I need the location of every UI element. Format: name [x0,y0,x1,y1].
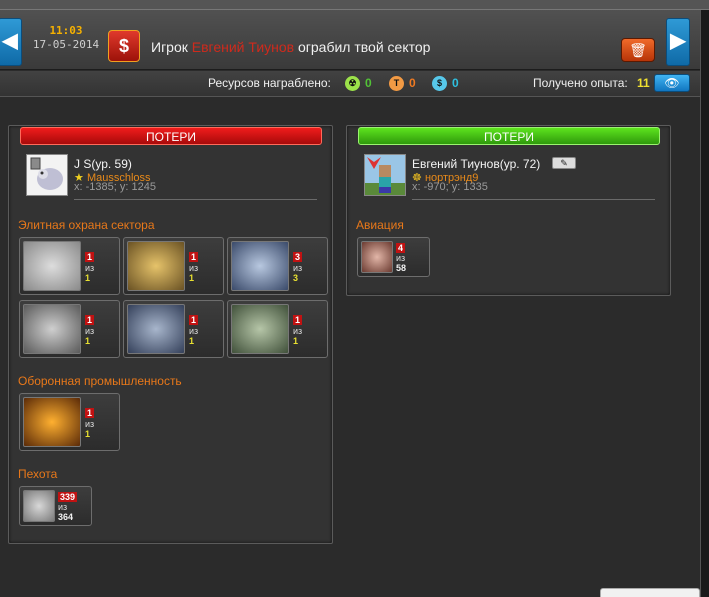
defense-turret-icon [23,397,81,447]
event-date: 17-05-2014 [32,38,100,51]
infantry-soldier-icon [23,490,55,522]
event-message: Игрок Евгений Тиунов ограбил твой сектор [151,39,430,55]
gunship-icon [231,241,289,291]
section-title-infantry: Пехота [18,467,58,481]
unit-lost: 1 [189,315,199,325]
defender-avatar[interactable] [26,154,68,196]
unit-lost: 3 [293,252,303,262]
unit-card[interactable]: 1 из 1 [123,300,224,358]
mech-walker-icon [23,241,81,291]
unit-total: 1 [189,273,195,283]
message-suffix: ограбил твой сектор [298,39,431,55]
unit-card[interactable]: 1 из 1 [227,300,328,358]
losses-title: ПОТЕРИ [358,127,660,145]
unit-lost: 1 [85,408,95,418]
unit-of: из [189,326,199,336]
experience-label: Получено опыта: [533,76,628,90]
unit-of: из [293,326,303,336]
resource-credits: $ 0 [432,75,459,91]
unit-total: 364 [58,512,74,522]
unit-card[interactable]: 4 из 58 [357,237,430,277]
losses-title: ПОТЕРИ [20,127,322,145]
unit-total: 1 [85,429,91,439]
unit-of: из [85,263,95,273]
unit-card[interactable]: 1 из 1 [19,393,120,451]
eye-icon: 👁 [664,76,680,90]
resource-titanium: T 0 [389,75,416,91]
resource-value: 0 [452,76,459,90]
previous-event-button[interactable]: ◀ [0,18,22,66]
unit-total: 58 [396,263,407,273]
unit-of: из [85,326,95,336]
resource-radiation: ☢ 0 [345,75,372,91]
bottom-tab[interactable] [600,588,700,597]
battle-mech-icon [231,304,289,354]
unit-of: из [189,263,199,273]
unit-total: 1 [85,273,91,283]
unit-of: из [396,253,406,263]
avatar-image [27,155,67,195]
resources-looted-label: Ресурсов награблено: [208,76,331,90]
avatar-image [365,155,405,195]
resource-value: 0 [365,76,372,90]
defender-coords[interactable]: x: -1385; y: 1245 [74,181,156,193]
unit-of: из [293,263,303,273]
unit-total: 1 [189,336,195,346]
attacker-name-link[interactable]: Евгений Тиунов [192,39,294,55]
unit-card[interactable]: 1 из 1 [19,300,120,358]
pencil-icon: ✎ [560,158,568,168]
section-title-elite-guard: Элитная охрана сектора [18,218,155,232]
unit-of: из [58,502,68,512]
credits-icon: $ [432,75,447,91]
spider-mech-icon [23,304,81,354]
event-header: ◀ 11:03 17-05-2014 $ Игрок Евгений Тиуно… [0,10,700,70]
defender-losses-panel: ПОТЕРИ J S(ур. 59) ★ Mausschloss x: -138… [8,125,333,544]
section-title-aviation: Авиация [356,218,404,232]
rewards-bar: Ресурсов награблено: ☢ 0 T 0 $ 0 Получен… [0,71,700,97]
resource-value: 0 [409,76,416,90]
delete-event-button[interactable]: 🗑 [621,38,655,62]
message-prefix: Игрок [151,39,188,55]
unit-total: 1 [85,336,91,346]
unit-lost: 1 [85,315,95,325]
tank-icon [127,304,185,354]
top-strip [0,0,709,10]
divider [74,199,317,200]
experience-value: 11 [637,76,650,90]
unit-lost: 1 [189,252,199,262]
unit-card[interactable]: 1 из 1 [19,237,120,295]
unit-card[interactable]: 1 из 1 [123,237,224,295]
event-time: 11:03 [49,24,83,37]
titanium-icon: T [389,75,404,91]
next-event-button[interactable]: ▶ [666,18,690,66]
trash-icon: 🗑 [629,42,647,58]
unit-lost: 339 [58,492,78,502]
defender-name[interactable]: J S(ур. 59) [74,157,132,171]
unit-lost: 1 [85,252,95,262]
divider [412,199,655,200]
section-title-defense-industry: Оборонная промышленность [18,374,182,388]
attacker-losses-panel: ПОТЕРИ Евгений Тиунов(ур. 72) ✎ ☸ нортрэ… [346,125,671,296]
edit-note-button[interactable]: ✎ [552,157,576,169]
heavy-mech-icon [127,241,185,291]
unit-lost: 1 [293,315,303,325]
radiation-icon: ☢ [345,75,360,91]
unit-total: 3 [293,273,299,283]
bomber-aircraft-icon [361,241,393,273]
unit-total: 1 [293,336,299,346]
scrollbar[interactable] [700,10,709,597]
attacker-coords[interactable]: x: -970; y: 1335 [412,181,488,193]
view-details-button[interactable]: 👁 [654,74,690,92]
unit-card[interactable]: 3 из 3 [227,237,328,295]
unit-of: из [85,419,95,429]
unit-card[interactable]: 339 из 364 [19,486,92,526]
event-timestamp: 11:03 17-05-2014 [30,24,102,51]
robbery-icon: $ [108,30,140,62]
attacker-name[interactable]: Евгений Тиунов(ур. 72) [412,157,540,171]
attacker-avatar[interactable] [364,154,406,196]
unit-lost: 4 [396,243,406,253]
